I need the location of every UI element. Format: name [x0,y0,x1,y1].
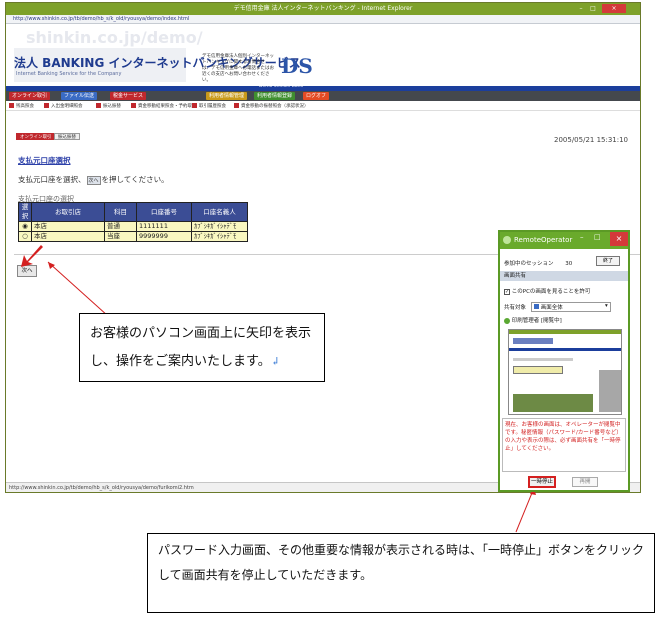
preview-bar [509,348,621,351]
close-icon[interactable]: × [610,232,628,246]
subnav-history[interactable]: 取引履歴照会 [192,103,226,110]
allow-view-row[interactable]: ✓ このPCの画面を見ることを許可 [504,287,590,295]
preview-taskbar [513,394,593,412]
share-target-row: 共有対象 画面全体 ▾ [504,302,611,312]
pause-guide-callout: パスワード入力画面、その他重要な情報が表示される時は、「一時停止」ボタンをクリッ… [147,533,655,613]
table-row[interactable]: ○ 本店 当座 9999999 ｶﾌﾞｼｷｶﾞｲｼｬﾃﾞﾓ [18,231,248,242]
chevron-down-icon: ▾ [605,303,608,309]
table-cell: 9999999 [136,231,192,242]
subnav-transfer[interactable]: 振込振替 [96,103,121,110]
nav-tax-service[interactable]: 税金サービス [110,92,147,100]
crumb-badge: 振込振替 [54,133,80,140]
preview-logo [513,338,553,344]
accounts-table: 選択 お取引店 科目 口座番号 口座名義人 ◉ 本店 普通 1111111 ｶﾌ… [18,202,248,242]
instruction-text: 支払元口座を選択、 次へ を押してください。 [18,175,169,185]
mode-badge: オンライン取引 [16,133,56,140]
pause-button[interactable]: 一時停止 [528,476,556,488]
column-header: 科目 [104,202,137,222]
table-row[interactable]: ◉ 本店 普通 1111111 ｶﾌﾞｼｷｶﾞｲｼｬﾃﾞﾓ [18,221,248,232]
privacy-warning: 現在、お客様の画面は、オペレーターが閲覧中です。秘匿情報（パスワード/カード番号… [502,418,626,472]
table-cell: 本店 [31,231,105,242]
minimize-icon[interactable]: – [576,4,586,13]
session-row: 参加中のセッション 30 [504,259,572,267]
session-label: 参加中のセッション [504,261,554,267]
red-pointer-arrow-icon [21,245,43,267]
nav-user-admin[interactable]: 利用者情報管理 [206,92,248,100]
bullet-icon [9,103,14,108]
checkbox[interactable]: ✓ [504,288,510,295]
bank-header: shinkin.co.jp/demo/ 法人 BANKING インターネットバン… [6,24,640,86]
resume-button[interactable]: 再開 [572,477,598,487]
bullet-icon [234,103,239,108]
bank-name: Demo Shinkin Bank [259,84,304,89]
column-header: お取引店 [31,202,105,222]
subnav-balance[interactable]: 残高照会 [9,103,34,110]
table-cell: 1111111 [136,221,192,232]
address-bar[interactable]: http://www.shinkin.co.jp/tb/demo/hb_s/k_… [6,15,640,24]
radio-button[interactable]: ◉ [18,221,32,232]
page-title: 支払元口座選択 [18,156,71,165]
target-label: 共有対象 [504,305,527,311]
datetime: 2005/05/21 15:31:10 [554,136,629,144]
status-dot-icon [504,317,510,324]
primary-nav: オンライン取引 ファイル伝送 税金サービス 利用者情報管理 利用者情報登録 ログ… [6,91,640,101]
table-cell: 普通 [104,221,137,232]
return-mark-icon: ↲ [270,355,280,368]
preview-panel [599,370,621,412]
radio-button[interactable]: ○ [18,231,32,242]
table-cell: 本店 [31,221,105,232]
preview-titlebar [509,330,621,334]
end-session-button[interactable]: 終了 [596,256,620,266]
subnav-approval[interactable]: 資金移動の振替照会（承認状況） [234,103,309,110]
bank-logo-icon: DS [281,54,313,78]
header-description: デモ信用金庫法人個別インターネットバンキングに関するお問合せは、デモ信用金庫へお… [202,54,274,83]
arrow-guide-callout: お客様のパソコン画面上に矢印を表示し、操作をご案内いたします。↲ [79,313,325,382]
share-target-select[interactable]: 画面全体 ▾ [530,302,611,312]
close-window-button[interactable]: × [602,4,626,13]
bullet-icon [192,103,197,108]
screen-preview [508,329,622,415]
subnav-transfer-results[interactable]: 資金移動結果照会・予約取消 [131,103,197,110]
column-header: 口座番号 [136,202,192,222]
header-watermark: shinkin.co.jp/demo/ [26,28,203,47]
bullet-icon [131,103,136,108]
monitor-icon [533,304,539,309]
preview-table [513,366,563,374]
app-icon [503,236,511,244]
maximize-icon[interactable]: □ [588,4,598,13]
secondary-nav: 残高照会 入出金明細照会 振込振替 資金移動結果照会・予約取消 取引履歴照会 資… [6,102,640,111]
preview-line [513,358,573,361]
column-header: 選択 [18,202,32,222]
bullet-icon [44,103,49,108]
minimize-icon[interactable]: – [580,233,584,241]
nav-online-trading[interactable]: オンライン取引 [9,92,51,100]
table-header-row: 選択 お取引店 科目 口座番号 口座名義人 [18,202,248,222]
column-header: 口座名義人 [191,202,248,222]
service-logo-subtitle: Internet Banking Service for the Company [16,71,122,77]
subnav-statement[interactable]: 入出金明細照会 [44,103,83,110]
inline-next-button: 次へ [86,176,101,185]
nav-user-register[interactable]: 利用者情報登録 [254,92,296,100]
remote-operator-window: RemoteOperator – □ × 参加中のセッション 30 終了 画面共… [498,230,630,492]
nav-logoff[interactable]: ログオフ [303,92,330,100]
bullet-icon [96,103,101,108]
table-cell: 当座 [104,231,137,242]
maximize-icon[interactable]: □ [594,233,601,241]
window-title: デモ信用金庫 法人インターネットバンキング - Internet Explore… [6,3,640,15]
session-count: 30 [565,261,573,267]
nav-file-transfer[interactable]: ファイル伝送 [61,92,98,100]
remote-operator-title: RemoteOperator [500,232,628,249]
viewer-status-row: 印刷管理者 [閲覧中] [504,316,562,324]
table-cell: ｶﾌﾞｼｷｶﾞｲｼｬﾃﾞﾓ [191,231,248,242]
table-cell: ｶﾌﾞｼｷｶﾞｲｼｬﾃﾞﾓ [191,221,248,232]
screen-share-header: 画面共有 [500,271,628,281]
